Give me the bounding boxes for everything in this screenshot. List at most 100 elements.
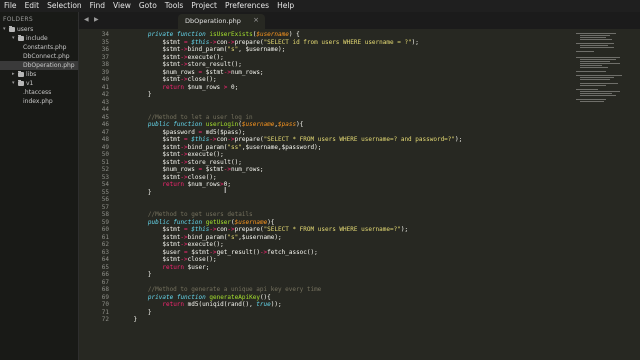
code-token: get_result(): [216, 248, 260, 256]
minimap-line: [580, 93, 612, 94]
code-token: //Method to let a user log in: [119, 113, 253, 121]
menu-edit[interactable]: Edit: [21, 0, 44, 12]
menu-preferences[interactable]: Preferences: [221, 0, 273, 12]
code-token: public: [147, 218, 170, 226]
code-line: $stmt->store_result();: [119, 159, 242, 167]
code-token: close();: [187, 173, 217, 181]
disclosure-open-icon[interactable]: ▾: [12, 34, 15, 43]
code-line: $stmt = $this->con->prepare("SELECT * FR…: [119, 136, 462, 144]
tab-scroll-right-icon[interactable]: ▶: [94, 16, 99, 23]
tree-item-label: libs: [26, 71, 37, 78]
code-token: $num_rows: [184, 181, 221, 188]
minimap[interactable]: [572, 29, 640, 360]
code-token: close();: [187, 76, 217, 83]
tree-item-label: DbConnect.php: [23, 53, 70, 60]
code-token: }: [119, 271, 152, 278]
minimap-line: [580, 83, 618, 84]
menu-goto[interactable]: Goto: [135, 0, 161, 12]
code-token: ->: [227, 226, 235, 233]
menu-find[interactable]: Find: [86, 0, 109, 12]
code-line: //Method to let a user log in: [119, 114, 253, 122]
menu-selection[interactable]: Selection: [43, 0, 86, 12]
minimap-line: [576, 89, 598, 90]
code-line: }: [119, 309, 152, 317]
line-number: 69: [101, 293, 109, 301]
menu-file[interactable]: File: [0, 0, 21, 12]
code-token: $username: [241, 121, 275, 128]
code-token: //Method to get users details: [119, 211, 253, 218]
line-number: 55: [101, 188, 109, 196]
folder-icon: [9, 26, 15, 32]
code-token: ->: [227, 136, 235, 143]
code-token: ){: [296, 121, 304, 128]
code-token: ->: [180, 256, 188, 263]
disclosure-open-icon[interactable]: ▾: [3, 25, 6, 34]
code-token: "SELECT * FROM users WHERE username=? an…: [263, 136, 456, 143]
folders-header: FOLDERS: [3, 16, 34, 23]
code-editor[interactable]: 34 35 36 37 38 39 40 41 42 43 44 45 46 47 48 49 50 51 52 53…: [79, 29, 640, 360]
file-tree: ▾ users ▾ include Constants.php DbConnect.php…: [0, 25, 78, 106]
line-number: 46: [101, 121, 109, 128]
tree-item-htaccess[interactable]: .htaccess: [0, 88, 78, 97]
code-token: con: [216, 38, 228, 46]
code-line: $num_rows = $stmt->num_rows;: [119, 68, 263, 77]
code-token: $num_rows: [119, 68, 199, 76]
code-token: );: [411, 38, 419, 46]
menu-help[interactable]: Help: [273, 0, 298, 12]
close-icon[interactable]: ×: [253, 16, 259, 24]
line-number: 58: [101, 211, 109, 218]
code-token: public: [147, 121, 170, 128]
code-token: userLogin: [205, 121, 239, 128]
menu-tools[interactable]: Tools: [161, 0, 187, 12]
tree-item-dboperation-php[interactable]: DbOperation.php: [0, 61, 78, 70]
tree-item-label: include: [26, 35, 48, 42]
line-number: 72: [101, 316, 109, 323]
tree-item-libs[interactable]: ▸ libs: [0, 70, 78, 79]
minimap-line: [576, 57, 620, 58]
code-token: store_result();: [187, 61, 242, 68]
tree-item-label: users: [17, 26, 34, 33]
minimap-line: [580, 39, 612, 40]
code-token: ->: [227, 38, 235, 46]
code-token: $this: [191, 226, 210, 233]
code-token: $this: [191, 38, 210, 46]
tree-item-index-php[interactable]: index.php: [0, 97, 78, 106]
minimap-line: [576, 71, 606, 72]
minimap-line: [576, 33, 616, 34]
code-token: function: [176, 31, 206, 38]
line-number: 67: [101, 278, 109, 286]
tree-item-constants-php[interactable]: Constants.php: [0, 43, 78, 52]
code-token: prepare(: [234, 38, 264, 46]
line-number: 63: [101, 248, 109, 256]
line-number: 35: [101, 38, 109, 46]
code-token: $stmt: [187, 248, 210, 256]
tab-dboperation[interactable]: DbOperation.php ×: [178, 14, 265, 29]
code-token: }: [119, 188, 152, 196]
tree-item-include[interactable]: ▾ include: [0, 34, 78, 43]
disclosure-closed-icon[interactable]: ▸: [12, 70, 15, 79]
code-token: $username: [234, 218, 268, 226]
code-token: );: [400, 226, 409, 233]
tree-item-dbconnect-php[interactable]: DbConnect.php: [0, 52, 78, 61]
tab-scroll-left-icon[interactable]: ◀: [84, 16, 89, 23]
tree-item-v1[interactable]: ▾ v1: [0, 79, 78, 88]
disclosure-open-icon[interactable]: ▾: [12, 79, 15, 88]
code-token: $stmt: [119, 241, 181, 248]
tree-item-label: DbOperation.php: [23, 62, 75, 69]
tree-item-label: index.php: [23, 98, 53, 105]
menu-project[interactable]: Project: [187, 0, 221, 12]
minimap-line: [580, 67, 608, 68]
code-area[interactable]: private function isUserExists($username)…: [119, 29, 559, 360]
code-token: prepare(: [234, 226, 264, 233]
line-number: 41: [101, 83, 109, 91]
line-number: 60: [101, 226, 109, 233]
code-token: 0;: [227, 83, 239, 91]
minimap-line: [580, 35, 610, 36]
tree-item-users[interactable]: ▾ users: [0, 25, 78, 34]
minimap-line: [580, 77, 614, 78]
menu-view[interactable]: View: [109, 0, 135, 12]
minimap-line: [580, 47, 614, 48]
